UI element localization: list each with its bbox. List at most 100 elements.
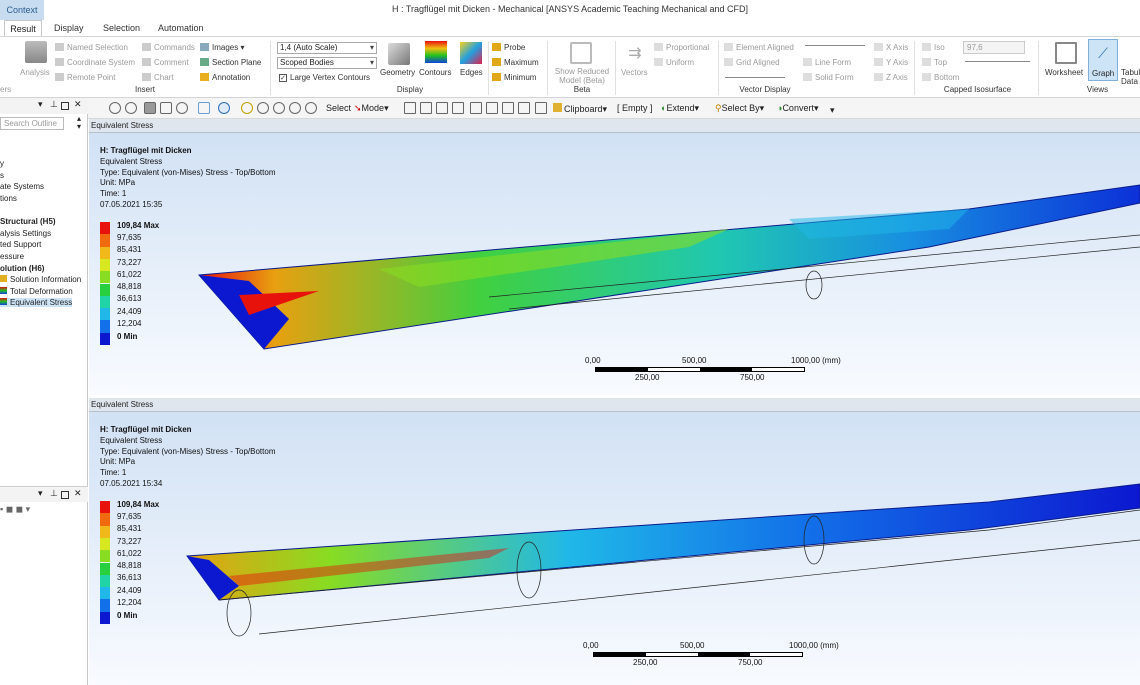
- bodies-dropdown[interactable]: Scoped Bodies: [277, 57, 377, 69]
- select-face-icon[interactable]: [436, 102, 448, 114]
- iso-button[interactable]: Iso: [922, 43, 945, 52]
- maximize-icon[interactable]: [61, 491, 69, 499]
- zoom-to-fit-icon[interactable]: [289, 102, 301, 114]
- graphics-view-2[interactable]: Equivalent Stress H: Tragflügel mit Dick…: [89, 398, 1140, 685]
- tree-item-structural[interactable]: Structural (H5): [0, 217, 56, 226]
- element-aligned-button[interactable]: Element Aligned: [724, 43, 794, 52]
- close-icon[interactable]: ✕: [74, 488, 82, 499]
- tab-selection[interactable]: Selection: [103, 20, 140, 36]
- vectors-button[interactable]: Vectors: [621, 68, 648, 77]
- pan-icon[interactable]: [241, 102, 253, 114]
- analysis-button[interactable]: Analysis: [20, 68, 50, 77]
- zoom-out-icon[interactable]: [125, 102, 137, 114]
- box-zoom-icon[interactable]: [273, 102, 285, 114]
- color-legend[interactable]: 109,84 Max 97,635 85,431 73,227 61,022 4…: [100, 500, 180, 625]
- select-node-icon[interactable]: [470, 102, 482, 114]
- tree-item[interactable]: alysis Settings: [0, 229, 51, 238]
- rotate-icon[interactable]: [218, 102, 230, 114]
- annotation-button[interactable]: Annotation: [200, 73, 250, 82]
- images-button[interactable]: Images ▾: [200, 43, 244, 52]
- tree-item[interactable]: y: [0, 159, 4, 168]
- select-vertex-icon[interactable]: [404, 102, 416, 114]
- display-mode-icon[interactable]: [144, 102, 156, 114]
- iso-slider[interactable]: [965, 61, 1030, 62]
- zoom-in-icon[interactable]: [109, 102, 121, 114]
- bottom-button[interactable]: Bottom: [922, 73, 959, 82]
- color-legend[interactable]: 109,84 Max 97,635 85,431 73,227 61,022 4…: [100, 221, 180, 346]
- graphics-view-1[interactable]: Equivalent Stress H: Tragflügel mit Dick…: [89, 119, 1140, 395]
- proportional-button[interactable]: Proportional: [654, 43, 709, 52]
- line-form-button[interactable]: Line Form: [803, 58, 851, 67]
- maximum-button[interactable]: Maximum: [492, 58, 539, 67]
- graph-button[interactable]: ⟋ Graph: [1088, 39, 1118, 81]
- search-options-icon[interactable]: ▴ ▾: [77, 115, 81, 131]
- tree-item[interactable]: essure: [0, 252, 24, 261]
- tree-item[interactable]: tions: [0, 194, 17, 203]
- probe-button[interactable]: Probe: [492, 43, 525, 52]
- select-element-face-icon[interactable]: [502, 102, 514, 114]
- vector-density-slider[interactable]: [805, 45, 865, 46]
- geometry-button[interactable]: Geometry: [380, 68, 415, 77]
- remote-point-button[interactable]: Remote Point: [55, 73, 115, 82]
- z-axis-button[interactable]: Z Axis: [874, 73, 908, 82]
- section-plane-button[interactable]: Section Plane: [200, 58, 261, 67]
- comment-button[interactable]: Comment: [142, 58, 189, 67]
- tree-item-equivalent-stress[interactable]: Equivalent Stress: [0, 298, 73, 307]
- tree-item-solution[interactable]: olution (H6): [0, 264, 44, 273]
- scale-dropdown[interactable]: 1,4 (Auto Scale): [277, 42, 377, 54]
- large-vertex-checkbox[interactable]: ✓ Large Vertex Contours: [279, 73, 370, 82]
- named-selection-button[interactable]: Named Selection: [55, 43, 128, 52]
- tree-item[interactable]: ate Systems: [0, 182, 44, 191]
- tab-automation[interactable]: Automation: [158, 20, 204, 36]
- dock-icon[interactable]: ⊥: [50, 488, 58, 499]
- convert-dropdown[interactable]: ◑Convert▾: [777, 103, 818, 114]
- tabular-data-button[interactable]: Tabul Data: [1121, 68, 1140, 86]
- zoom-icon[interactable]: [257, 102, 269, 114]
- tree-item-solution-information[interactable]: Solution Information: [0, 275, 81, 284]
- context-tab[interactable]: Context: [0, 0, 44, 20]
- commands-button[interactable]: Commands: [142, 43, 195, 52]
- worksheet-button[interactable]: Worksheet: [1045, 68, 1083, 77]
- details-toolbar-icon[interactable]: ▪ ◼ ◼ ▾: [0, 504, 30, 515]
- search-outline-input[interactable]: Search Outline: [0, 117, 64, 130]
- pin-icon[interactable]: ▾: [38, 99, 43, 110]
- clipboard-dropdown[interactable]: Clipboard▾: [553, 103, 607, 115]
- tree-item[interactable]: ted Support: [0, 240, 41, 249]
- select-body-icon[interactable]: [452, 102, 464, 114]
- grid-aligned-button[interactable]: Grid Aligned: [724, 58, 780, 67]
- close-icon[interactable]: ✕: [74, 99, 82, 110]
- select-by-dropdown[interactable]: ⚲Select By▾: [715, 103, 764, 114]
- toolbar-overflow-icon[interactable]: ▾: [830, 105, 835, 116]
- extend-dropdown[interactable]: ◐Extend▾: [661, 103, 699, 114]
- tree-item-total-deformation[interactable]: Total Deformation: [0, 287, 73, 296]
- show-reduced-model-button[interactable]: Show Reduced Model (Beta): [552, 67, 612, 85]
- uniform-button[interactable]: Uniform: [654, 58, 694, 67]
- legend-label: 85,431: [117, 245, 142, 254]
- select-mode-icon[interactable]: [198, 102, 210, 114]
- tree-item[interactable]: s: [0, 171, 4, 180]
- select-element-icon[interactable]: [486, 102, 498, 114]
- select-mesh-icon[interactable]: [518, 102, 530, 114]
- solid-form-button[interactable]: Solid Form: [803, 73, 854, 82]
- top-button[interactable]: Top: [922, 58, 947, 67]
- tab-result[interactable]: Result: [4, 20, 42, 36]
- y-axis-button[interactable]: Y Axis: [874, 58, 908, 67]
- edges-button[interactable]: Edges: [460, 68, 483, 77]
- chart-button[interactable]: Chart: [142, 73, 174, 82]
- vector-length-slider[interactable]: [725, 77, 785, 78]
- coordinate-system-button[interactable]: Coordinate System: [55, 58, 135, 67]
- select-edge-icon[interactable]: [420, 102, 432, 114]
- contours-button[interactable]: Contours: [419, 68, 451, 77]
- x-axis-button[interactable]: X Axis: [874, 43, 908, 52]
- minimum-button[interactable]: Minimum: [492, 73, 536, 82]
- tab-display[interactable]: Display: [54, 20, 84, 36]
- pin-icon[interactable]: ▾: [38, 488, 43, 499]
- mode-dropdown[interactable]: ➘Mode▾: [354, 103, 389, 114]
- iso-value-field[interactable]: 97,6: [963, 41, 1025, 54]
- dock-icon[interactable]: ⊥: [50, 99, 58, 110]
- magnifier-icon[interactable]: [305, 102, 317, 114]
- box-select-icon[interactable]: [176, 102, 188, 114]
- maximize-icon[interactable]: [61, 102, 69, 110]
- select-all-icon[interactable]: [535, 102, 547, 114]
- wireframe-icon[interactable]: [160, 102, 172, 114]
